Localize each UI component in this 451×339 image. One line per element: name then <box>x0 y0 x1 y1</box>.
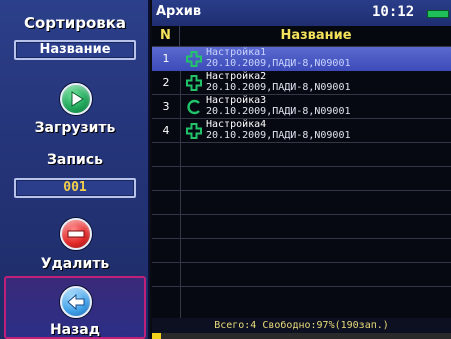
load-label[interactable]: Загрузить <box>0 120 150 136</box>
table-row[interactable]: 3 Настройка3 20.10.2009,ПАДИ-8,N09001 <box>152 95 451 119</box>
back-button[interactable] <box>60 286 92 318</box>
table-row[interactable]: 1 Настройка1 20.10.2009,ПАДИ-8,N09001 <box>152 47 451 71</box>
plus-cross-icon <box>186 51 202 67</box>
table-row[interactable]: 4 Настройка4 20.10.2009,ПАДИ-8,N09001 <box>152 119 451 143</box>
storage-status: Всего:4 Свободно:97%(190зап.) <box>152 318 451 333</box>
clock: 10:12 <box>372 4 415 20</box>
storage-progress-fill <box>152 333 161 339</box>
arrow-left-icon <box>67 293 85 311</box>
row-number: 3 <box>162 100 170 113</box>
storage-progress-bar <box>152 333 451 339</box>
sort-selector[interactable]: Название <box>14 40 136 60</box>
arc-c-icon <box>186 99 202 115</box>
row-separator <box>152 262 451 263</box>
battery-icon <box>427 10 449 18</box>
minus-icon <box>67 230 85 238</box>
row-number: 1 <box>162 52 170 65</box>
back-label[interactable]: Назад <box>0 322 150 338</box>
play-icon <box>71 91 84 107</box>
archive-table: N Название 1 Настройка1 20.10.2009,ПАДИ-8,… <box>152 26 451 318</box>
row-separator <box>152 238 451 239</box>
delete-button[interactable] <box>60 218 92 250</box>
row-title: Настройка2 <box>206 71 267 82</box>
sort-title: Сортировка <box>23 14 127 32</box>
row-title: Настройка4 <box>206 119 267 130</box>
record-number-field[interactable]: 001 <box>14 178 136 198</box>
row-details: 20.10.2009,ПАДИ-8,N09001 <box>206 106 351 117</box>
row-number: 4 <box>162 124 170 137</box>
row-separator <box>152 286 451 287</box>
row-details: 20.10.2009,ПАДИ-8,N09001 <box>206 130 351 141</box>
row-details: 20.10.2009,ПАДИ-8,N09001 <box>206 82 351 93</box>
plus-cross-icon <box>186 123 202 139</box>
load-button[interactable] <box>60 83 92 115</box>
header-bar: Архив 10:12 <box>152 0 451 26</box>
row-number: 2 <box>162 76 170 89</box>
row-title: Настройка3 <box>206 95 267 106</box>
column-header-number: N <box>152 26 180 46</box>
table-row[interactable]: 2 Настройка2 20.10.2009,ПАДИ-8,N09001 <box>152 71 451 95</box>
plus-cross-icon <box>186 75 202 91</box>
row-details: 20.10.2009,ПАДИ-8,N09001 <box>206 58 351 69</box>
row-title: Настройка1 <box>206 47 267 58</box>
row-separator <box>152 214 451 215</box>
sidebar: Сортировка Название Загрузить Запись 001… <box>0 0 150 339</box>
screen-title: Архив <box>156 4 202 19</box>
row-separator <box>152 166 451 167</box>
record-title: Запись <box>46 152 104 168</box>
column-header-name: Название <box>181 26 451 46</box>
delete-label[interactable]: Удалить <box>0 256 150 272</box>
row-separator <box>152 190 451 191</box>
